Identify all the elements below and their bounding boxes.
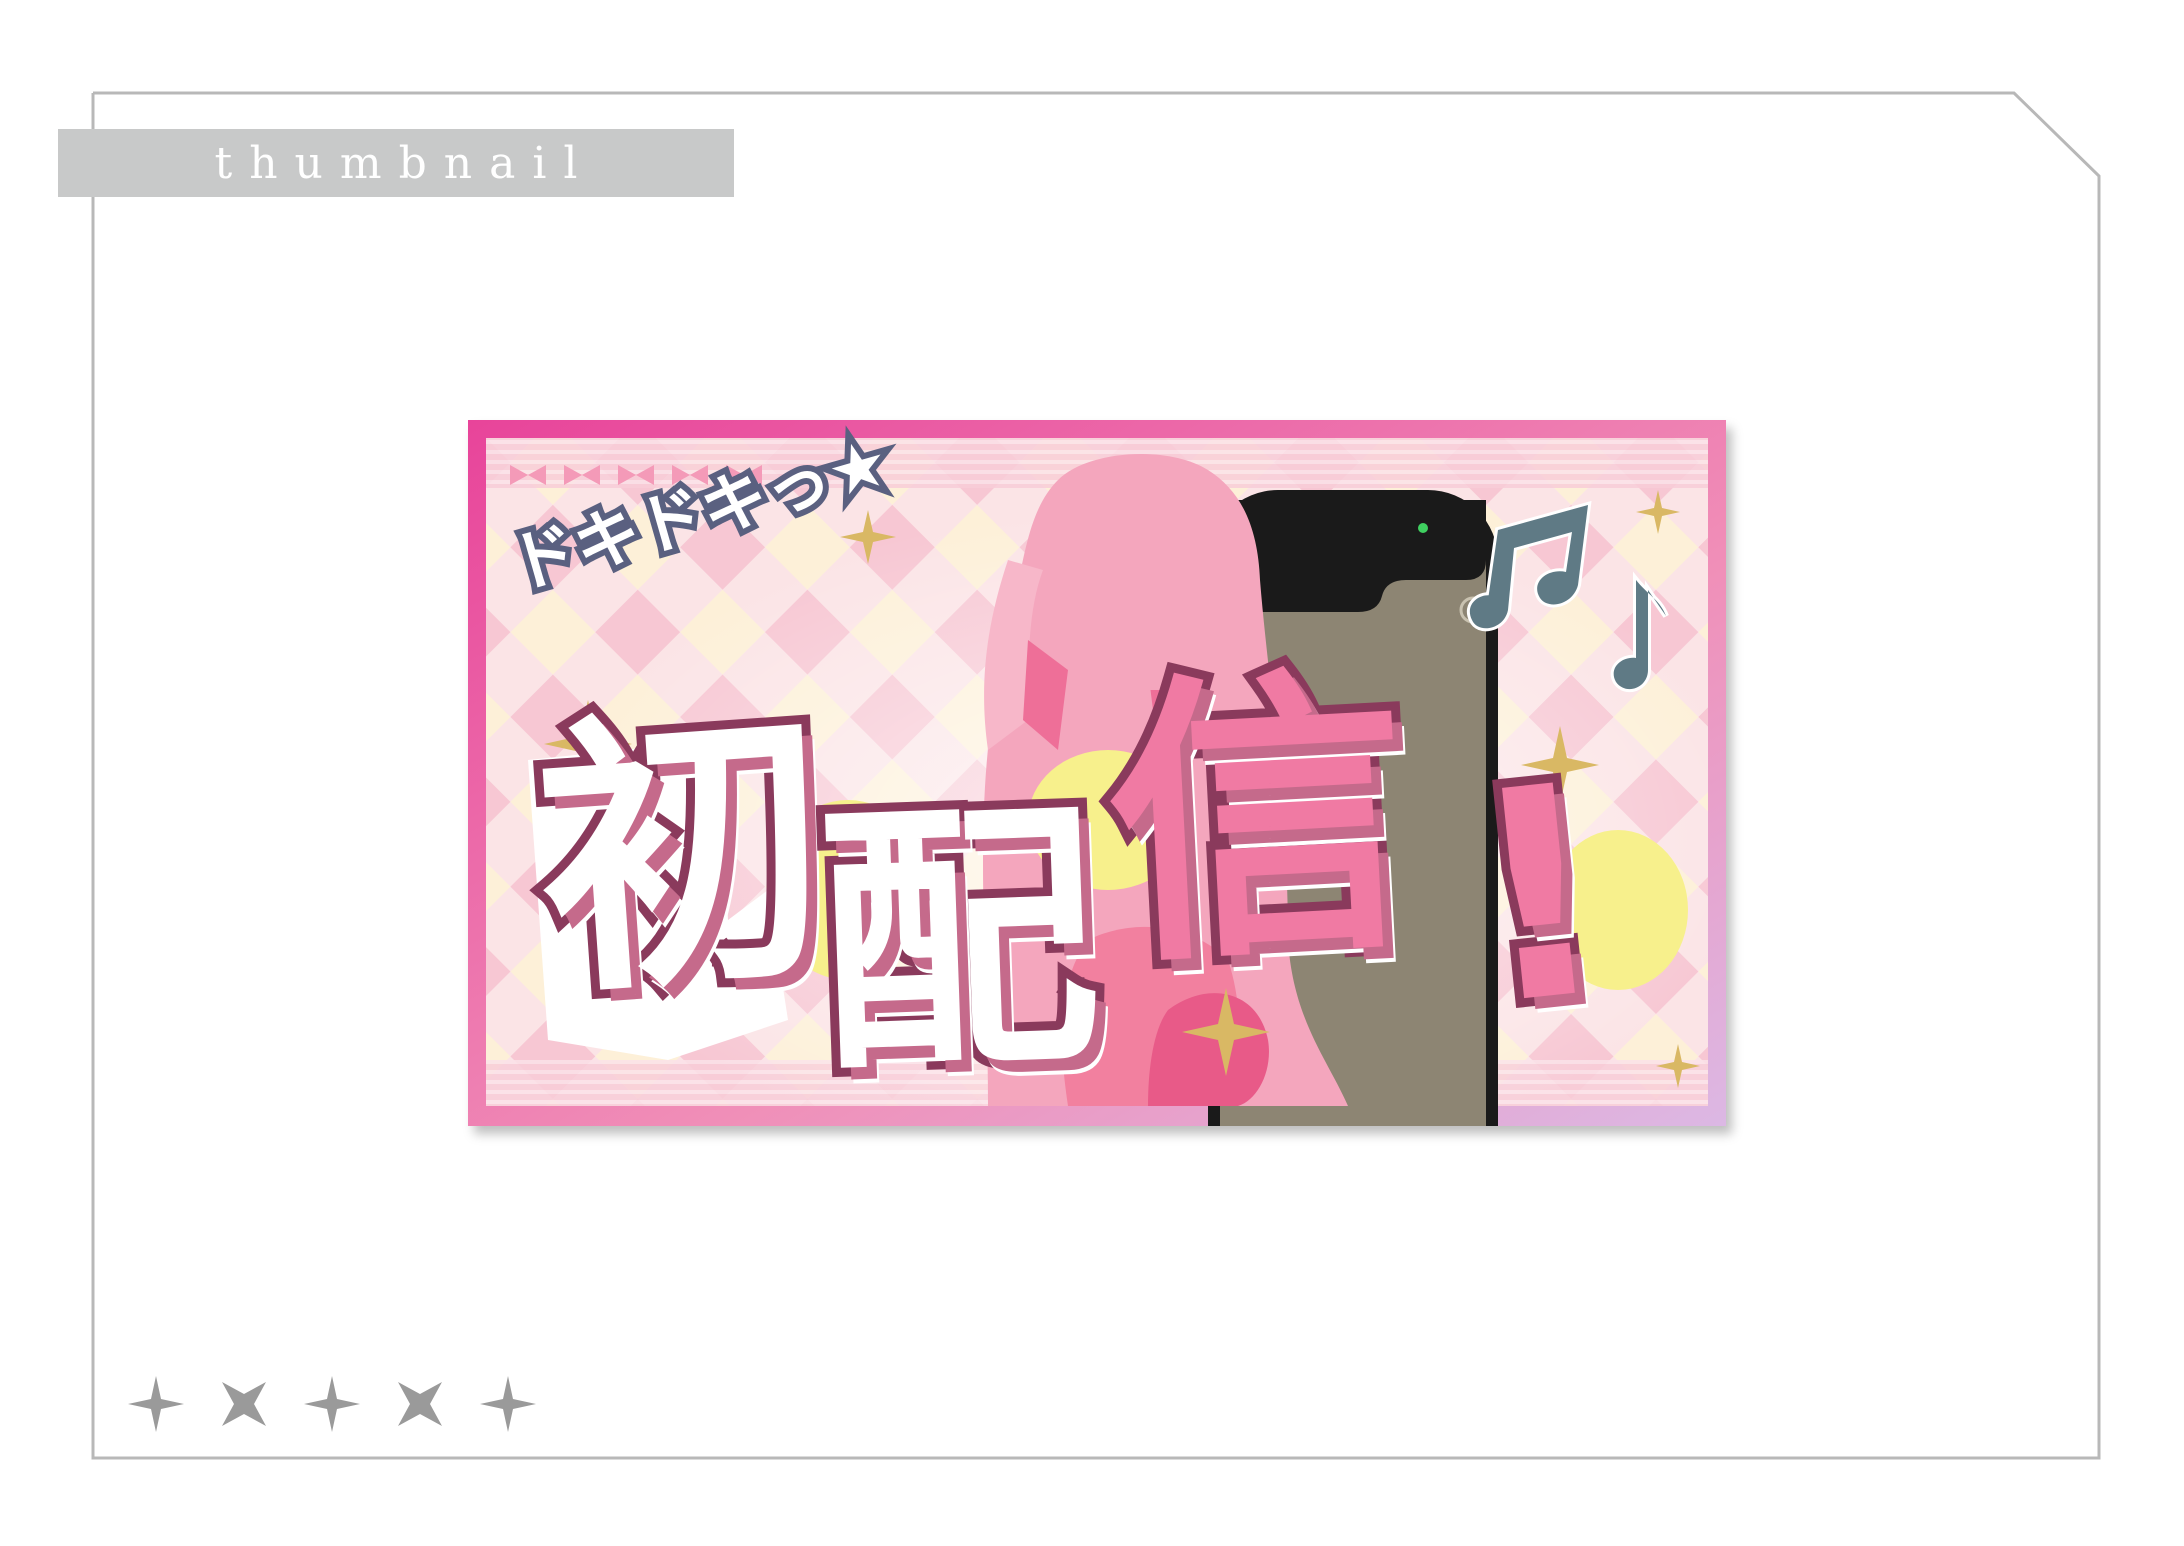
four-point-star-icon <box>390 1374 450 1434</box>
four-point-star-icon <box>214 1374 274 1434</box>
thumbnail-image: ドキドキっ★ 初 配 信 ! <box>468 417 1726 1126</box>
label-bar: thumbnail <box>58 129 734 197</box>
label-text: thumbnail <box>214 137 595 189</box>
footer-stars <box>126 1374 546 1446</box>
sparkle-star-icon <box>478 1374 538 1434</box>
thumbnail-art <box>468 420 1726 1126</box>
sparkle-star-icon <box>302 1374 362 1434</box>
sparkle-star-icon <box>126 1374 186 1434</box>
